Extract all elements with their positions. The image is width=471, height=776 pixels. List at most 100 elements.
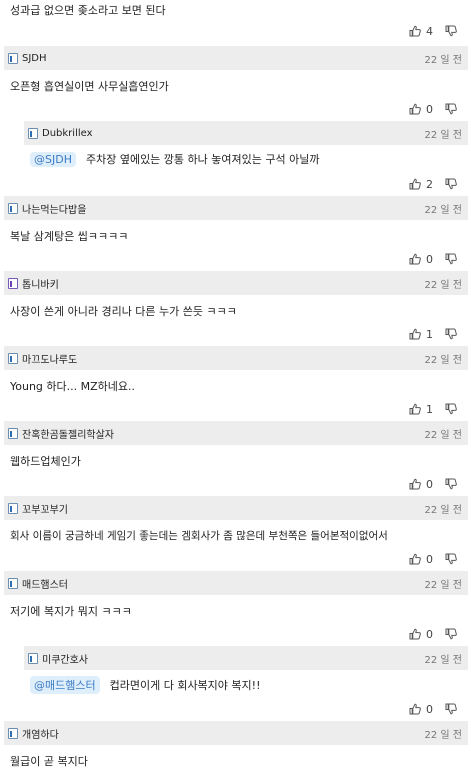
vote-area: 0 xyxy=(409,627,457,641)
nickname[interactable]: 꼬부꼬부기 xyxy=(22,501,68,516)
comment: 잔혹한곰돌젤리학살자 22 일 전 웹하드업체인가 0 xyxy=(0,421,471,495)
thumbs-down-icon[interactable] xyxy=(445,403,457,415)
like-count: 1 xyxy=(426,327,433,341)
comment-header: Dubkrillex 22 일 전 xyxy=(24,121,468,145)
comment-text: 복날 삼계탕은 씹ㅋㅋㅋㅋ xyxy=(10,230,129,243)
nickname[interactable]: 마끄도나루도 xyxy=(22,351,77,366)
comment-date: 22 일 전 xyxy=(424,579,462,591)
comment: SJDH 22 일 전 오픈형 흡연실이면 사무실흡연인가 0 xyxy=(0,46,471,120)
nickname[interactable]: SJDH xyxy=(22,53,47,64)
comment-text-row: @SJDH 주차장 옆에있는 깡통 하나 놓여져있는 구석 아닐까 xyxy=(30,151,319,167)
comment-text: 월급이 곧 복지다 xyxy=(10,755,88,768)
nickname[interactable]: 톱니바키 xyxy=(22,276,59,291)
thumbs-down-icon[interactable] xyxy=(445,178,457,190)
comment-header: 톱니바키 22 일 전 xyxy=(4,271,468,295)
level-icon xyxy=(8,352,18,364)
comment-date: 22 일 전 xyxy=(424,504,462,516)
thumbs-up-icon[interactable] xyxy=(409,328,421,340)
level-icon xyxy=(8,577,18,589)
comment-text: 컵라면이게 다 회사복지야 복지!! xyxy=(109,679,261,692)
comment-date: 22 일 전 xyxy=(424,429,462,441)
thumbs-down-icon[interactable] xyxy=(445,628,457,640)
thumbs-up-icon[interactable] xyxy=(409,628,421,640)
comment-date: 22 일 전 xyxy=(424,654,462,666)
like-count: 1 xyxy=(426,402,433,416)
level-icon xyxy=(8,202,18,214)
nickname[interactable]: Dubkrillex xyxy=(42,128,93,139)
like-count: 0 xyxy=(426,477,433,491)
comment-header: 잔혹한곰돌젤리학살자 22 일 전 xyxy=(4,421,468,445)
reply-comment: 미쿠간호사 22 일 전 @매드햄스터 컵라면이게 다 회사복지야 복지!! 0 xyxy=(0,646,471,720)
thumbs-up-icon[interactable] xyxy=(409,703,421,715)
level-icon xyxy=(8,52,18,64)
nickname[interactable]: 미쿠간호사 xyxy=(42,651,88,666)
comment-date: 22 일 전 xyxy=(424,729,462,741)
thumbs-down-icon[interactable] xyxy=(445,328,457,340)
thumbs-up-icon[interactable] xyxy=(409,403,421,415)
comment-header: SJDH 22 일 전 xyxy=(4,46,468,70)
reply-comment: Dubkrillex 22 일 전 @SJDH 주차장 옆에있는 깡통 하나 놓여… xyxy=(0,121,471,195)
vote-area: 0 xyxy=(409,552,457,566)
mention-tag[interactable]: @SJDH xyxy=(30,152,76,167)
comment-text: 웹하드업체인가 xyxy=(10,455,81,468)
thumbs-up-icon[interactable] xyxy=(409,25,421,37)
comment: 개염하다 22 일 전 월급이 곧 복지다 xyxy=(0,721,471,776)
vote-area: 0 xyxy=(409,252,457,266)
like-count: 0 xyxy=(426,252,433,266)
comment-header: 나는먹는다밥을 22 일 전 xyxy=(4,196,468,220)
comment: 톱니바키 22 일 전 사장이 쓴게 아니라 경리나 다른 누가 쓴듯 ㅋㅋㅋ … xyxy=(0,271,471,345)
level-icon xyxy=(28,127,38,139)
like-count: 0 xyxy=(426,102,433,116)
comment: 꼬부꼬부기 22 일 전 회사 이름이 궁금하네 게임기 좋는데는 겜회사가 좀… xyxy=(0,496,471,570)
thumbs-down-icon[interactable] xyxy=(445,478,457,490)
comment-text: 주차장 옆에있는 깡통 하나 놓여져있는 구석 아닐까 xyxy=(85,153,320,166)
comment-date: 22 일 전 xyxy=(424,129,462,141)
nickname[interactable]: 잔혹한곰돌젤리학살자 xyxy=(22,426,114,441)
vote-area: 0 xyxy=(409,702,457,716)
comment-text: 사장이 쓴게 아니라 경리나 다른 누가 쓴듯 ㅋㅋㅋ xyxy=(10,305,237,318)
vote-area: 0 xyxy=(409,102,457,116)
thumbs-up-icon[interactable] xyxy=(409,178,421,190)
like-count: 2 xyxy=(426,177,433,191)
thumbs-down-icon[interactable] xyxy=(445,553,457,565)
comment-date: 22 일 전 xyxy=(424,279,462,291)
comment-header: 매드햄스터 22 일 전 xyxy=(4,571,468,595)
level-icon xyxy=(8,277,18,289)
comment: 마끄도나루도 22 일 전 Young 하다... MZ하네요.. 1 xyxy=(0,346,471,420)
comment-text: 저기에 복지가 뭐지 ㅋㅋㅋ xyxy=(10,605,132,618)
comment-text: 회사 이름이 궁금하네 게임기 좋는데는 겜회사가 좀 많은데 부천쪽은 들어본… xyxy=(10,530,388,542)
comment-text: Young 하다... MZ하네요.. xyxy=(10,380,136,393)
thumbs-up-icon[interactable] xyxy=(409,103,421,115)
like-count: 4 xyxy=(426,24,433,38)
comment: 매드햄스터 22 일 전 저기에 복지가 뭐지 ㅋㅋㅋ 0 xyxy=(0,571,471,645)
mention-tag[interactable]: @매드햄스터 xyxy=(30,676,100,694)
comment-header: 미쿠간호사 22 일 전 xyxy=(24,646,468,670)
comment-text: 성과급 없으면 좆소라고 보면 된다 xyxy=(10,4,166,17)
thumbs-down-icon[interactable] xyxy=(445,703,457,715)
vote-area: 4 xyxy=(409,24,457,38)
nickname[interactable]: 나는먹는다밥을 xyxy=(22,201,86,216)
level-icon xyxy=(8,727,18,739)
thumbs-down-icon[interactable] xyxy=(445,25,457,37)
comment-text: 오픈형 흡연실이면 사무실흡연인가 xyxy=(10,80,169,93)
comment-header: 꼬부꼬부기 22 일 전 xyxy=(4,496,468,520)
thumbs-down-icon[interactable] xyxy=(445,253,457,265)
comment-date: 22 일 전 xyxy=(424,204,462,216)
comment-header: 마끄도나루도 22 일 전 xyxy=(4,346,468,370)
vote-area: 1 xyxy=(409,402,457,416)
thumbs-up-icon[interactable] xyxy=(409,478,421,490)
comment: 나는먹는다밥을 22 일 전 복날 삼계탕은 씹ㅋㅋㅋㅋ 0 xyxy=(0,196,471,270)
comment-date: 22 일 전 xyxy=(424,354,462,366)
level-icon xyxy=(8,427,18,439)
like-count: 0 xyxy=(426,552,433,566)
thumbs-up-icon[interactable] xyxy=(409,553,421,565)
nickname[interactable]: 개염하다 xyxy=(22,726,59,741)
level-icon xyxy=(28,652,38,664)
level-icon xyxy=(8,502,18,514)
thumbs-up-icon[interactable] xyxy=(409,253,421,265)
like-count: 0 xyxy=(426,627,433,641)
thumbs-down-icon[interactable] xyxy=(445,103,457,115)
vote-area: 2 xyxy=(409,177,457,191)
nickname[interactable]: 매드햄스터 xyxy=(22,576,68,591)
vote-area: 0 xyxy=(409,477,457,491)
